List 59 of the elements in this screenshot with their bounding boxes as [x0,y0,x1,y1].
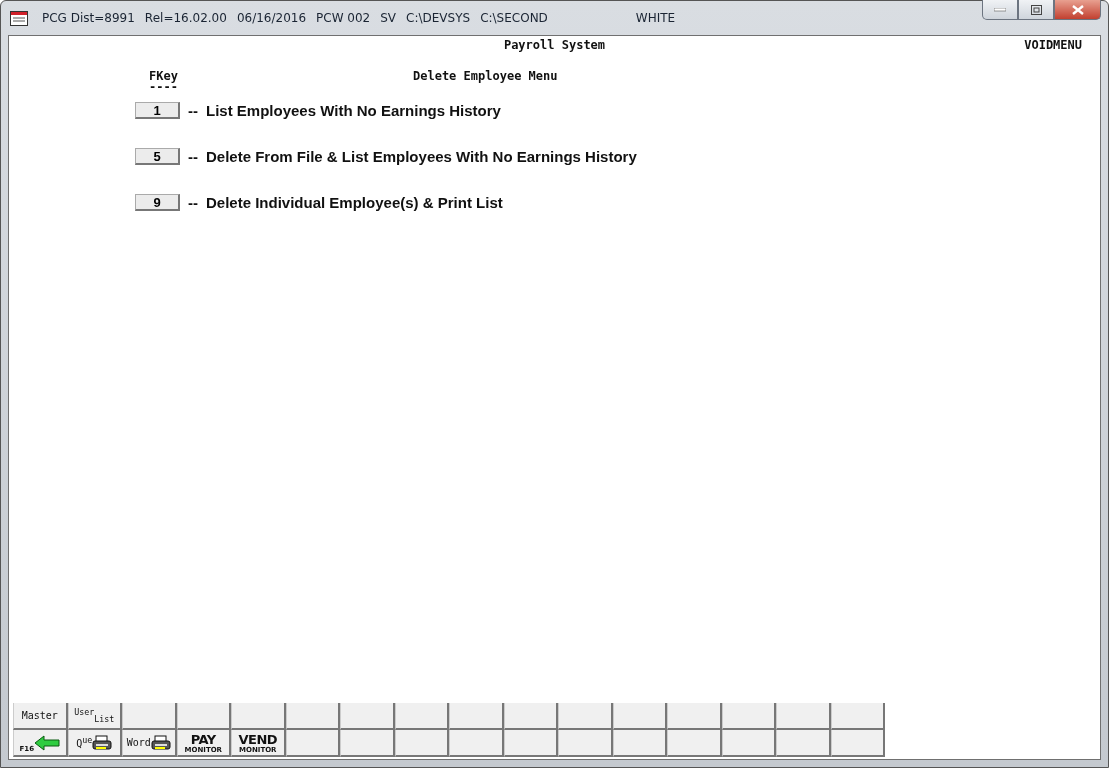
app-icon [10,10,28,26]
toolbar-button[interactable] [449,703,504,730]
theme-label: WHITE [635,11,676,25]
toolbar-button[interactable] [558,703,613,730]
toolbar-button[interactable] [776,730,831,757]
toolbar-button[interactable] [503,730,558,757]
toolbar-button[interactable] [503,703,558,730]
separator-text: -- [188,194,198,211]
toolbar-button[interactable] [231,703,286,730]
title-text: C:\DEVSYS [406,11,471,25]
function-key-button[interactable]: 5 [135,148,180,165]
toolbar-button[interactable] [285,730,340,757]
printer-icon [92,734,113,751]
close-icon [1071,4,1084,15]
menu-option-label: Delete From File & List Employees With No Earnings History [206,148,637,165]
toolbar-button[interactable] [612,730,667,757]
toolbar-button[interactable] [721,703,776,730]
menu-title: Delete Employee Menu [413,69,559,83]
minimize-button[interactable] [982,0,1018,20]
function-key-button[interactable]: 9 [135,194,180,211]
print-button[interactable]: Q$^{ue}$ [67,730,122,757]
toolbar-button[interactable] [449,730,504,757]
toolbar-button[interactable] [558,730,613,757]
toolbar-button[interactable] [394,703,449,730]
toolbar-button[interactable] [667,703,722,730]
toolbar-button[interactable] [285,703,340,730]
toolbar-button[interactable] [612,703,667,730]
title-text: Rel=16.02.00 [144,11,227,25]
screen-id: VOIDMENU [1024,38,1082,52]
menu-option-label: List Employees With No Earnings History [206,102,501,119]
left-arrow-icon [34,734,60,751]
toolbar-button[interactable] [340,703,395,730]
column-heading: FKey [149,69,179,83]
toolbar-button[interactable] [122,703,177,730]
toolbar-button[interactable] [667,730,722,757]
title-text: 06/16/2016 [236,11,307,25]
system-title: Payroll System [503,38,606,54]
minimize-icon [994,7,1006,12]
title-text: PCG Dist=8991 [42,11,135,25]
title-text: C:\SECOND [480,11,548,25]
function-key-button[interactable]: 1 [135,102,180,119]
toolbar-button[interactable] [721,730,776,757]
printer-icon [150,734,171,751]
maximize-button[interactable] [1018,0,1054,20]
toolbar-button[interactable] [776,703,831,730]
toolbar-button[interactable] [830,730,885,757]
toolbar-button[interactable]: Master [13,703,68,730]
separator-text: -- [188,102,198,119]
toolbar-button[interactable] [394,730,449,757]
separator-text: -- [188,148,198,165]
toolbar-button[interactable] [176,703,231,730]
close-button[interactable] [1054,0,1101,20]
toolbar-button[interactable] [340,730,395,757]
title-text: PCW 002 [316,11,371,25]
title-text: SV [380,11,397,25]
menu-option-label: Delete Individual Employee(s) & Print List [206,194,503,211]
toolbar-button[interactable] [830,703,885,730]
maximize-icon [1030,4,1042,15]
print-button[interactable]: Word [122,730,177,757]
